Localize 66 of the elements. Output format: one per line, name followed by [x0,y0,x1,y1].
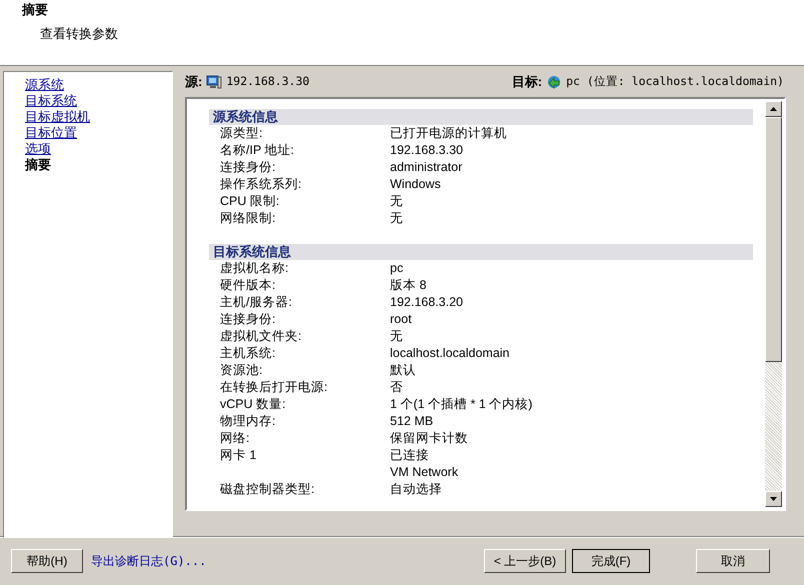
scroll-thumb[interactable] [765,117,782,362]
field-label: 源类型: [220,125,264,142]
nav-link[interactable]: 选项 [25,141,51,157]
cancel-button[interactable]: 取消 [696,549,770,573]
field-value: root [390,311,412,328]
field-label: 连接身份: [220,159,276,176]
nav-link[interactable]: 目标虚拟机 [25,109,90,125]
source-address: 192.168.3.30 [226,73,310,90]
field-value: 512 MB [390,413,434,430]
field-label: 资源池: [220,362,264,380]
source-label: 源: [185,73,202,92]
target-label: 目标: [512,73,542,92]
field-label: 虚拟机文件夹: [220,328,302,346]
field-label: 网卡 1 [220,447,258,464]
field-value: 已连接 [390,447,429,464]
down-arrow-icon [770,497,777,501]
page-title: 摘要 [22,1,48,19]
finish-button[interactable]: 完成(F) [572,549,650,573]
vm-icon [546,74,562,90]
field-label: 网络限制: [220,210,276,228]
field-value: 192.168.3.20 [390,294,463,312]
field-value: 192.168.3.30 [390,142,463,160]
field-label: 主机系统: [220,345,276,362]
field-value: 保留网卡计数 [390,430,468,448]
field-label: vCPU 数量: [220,396,287,414]
nav-link[interactable]: 目标位置 [25,125,77,141]
field-value: 无 [390,193,403,210]
section-header: 目标系统信息 [209,244,753,260]
field-value: 无 [390,210,403,228]
field-value: administrator [390,159,462,176]
field-label: 名称/IP 地址: [220,142,296,160]
help-button[interactable]: 帮助(H) [11,549,83,573]
field-value: 否 [390,379,403,396]
field-label: 虚拟机名称: [220,260,290,278]
field-value: pc [390,260,404,278]
page-subtitle: 查看转换参数 [40,24,118,42]
field-label: CPU 限制: [220,193,280,210]
target-location: pc (位置: localhost.localdomain) [566,73,784,90]
back-button[interactable]: < 上一步(B) [484,549,566,573]
field-value: 默认 [390,362,416,380]
field-label: 在转换后打开电源: [220,379,328,396]
nav-link[interactable]: 摘要 [25,157,51,173]
scroll-up-button[interactable] [765,101,782,117]
field-label: 连接身份: [220,311,276,328]
field-value: 无 [390,328,403,346]
field-label: 物理内存: [220,413,276,430]
field-value: 1 个(1 个插槽 * 1 个内核) [390,396,532,414]
field-value: VM Network [390,464,458,482]
scrollbar[interactable] [765,101,782,507]
monitor-icon [206,74,222,90]
field-label: 网络: [220,430,250,448]
field-value: localhost.localdomain [390,345,510,362]
section-header: 源系统信息 [209,109,753,125]
up-arrow-icon [770,107,777,111]
scroll-down-button[interactable] [765,491,782,507]
field-value: 版本 8 [390,277,426,294]
nav-link[interactable]: 目标系统 [25,93,77,109]
export-log-link[interactable]: 导出诊断日志(G)... [91,552,206,570]
field-value: 已打开电源的计算机 [390,125,507,142]
field-value: Windows [390,176,441,194]
field-label: 主机/服务器: [220,294,293,312]
field-value: 自动选择 [390,481,442,498]
field-label: 操作系统系列: [220,176,302,194]
field-label: 硬件版本: [220,277,276,294]
nav-link[interactable]: 源系统 [25,77,64,93]
field-label: 磁盘控制器类型: [220,481,316,498]
